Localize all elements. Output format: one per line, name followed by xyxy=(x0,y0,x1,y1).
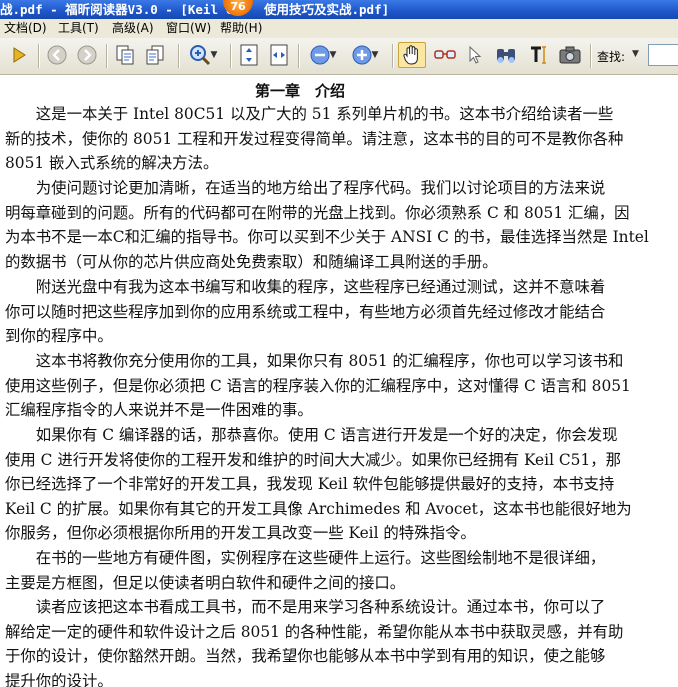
text-line: 新的技术，使你的 8051 工程和开发过程变得简单。请注意，这本书的目的可不是教… xyxy=(5,129,624,148)
text-line: 解给定一定的硬件和软件设计之后 8051 的各种性能，希望你能从本书中获取灵感，… xyxy=(5,622,624,641)
text-line: 的数据书（可从你的芯片供应商处免费索取）和随编译工具附送的手册。 xyxy=(5,252,498,271)
open-icon xyxy=(13,47,26,63)
text-line: 你服务，但你必须根据你所用的开发工具改变一些 Keil 的特殊指令。 xyxy=(5,524,476,543)
search-input[interactable] xyxy=(648,44,678,66)
text-line: 读者应该把这本书看成工具书，而不是用来学习各种系统设计。通过本书，你可以了 xyxy=(5,598,606,616)
zoom-out-minus-icon xyxy=(310,45,330,65)
search-options-chevron-icon[interactable]: ▼ xyxy=(632,49,639,59)
find-button[interactable] xyxy=(492,42,520,68)
text-select-button[interactable] xyxy=(524,42,552,68)
select-arrow-icon xyxy=(469,45,482,64)
select-tool-button[interactable] xyxy=(462,42,488,68)
forward-icon xyxy=(77,45,97,65)
zoom-out-button[interactable]: ▼ xyxy=(304,42,342,68)
window-title-left: 战.pdf - 福昕阅读器V3.0 - [Keil C xyxy=(0,2,234,17)
open-button[interactable] xyxy=(6,42,32,68)
paste-page-icon xyxy=(146,45,164,65)
text-line: 使用 C 进行开发将使你的工程开发和维护的时间大大减少。如果你已经拥有 Keil… xyxy=(5,450,622,469)
back-icon xyxy=(47,45,67,65)
document-page: 第一章 介绍 这是一本关于 Intel 80C51 以及广大的 51 系列单片机… xyxy=(0,75,678,687)
zoom-dropdown-button[interactable]: ▼ xyxy=(184,42,222,68)
zoom-in-plus-icon xyxy=(352,45,372,65)
text-line: 到你的程序中。 xyxy=(5,327,113,346)
paragraph: 这是一本关于 Intel 80C51 以及广大的 51 系列单片机的书。这本书介… xyxy=(5,102,673,176)
fit-page-icon xyxy=(240,44,258,66)
zoom-in-icon xyxy=(189,45,210,66)
text-line: 8051 嵌入式系统的解决方法。 xyxy=(5,154,219,173)
text-line: 附送光盘中有我为这本书编写和收集的程序，这些程序已经通过测试，这并不意味着 xyxy=(5,278,606,296)
hand-tool-icon xyxy=(403,45,418,65)
text-line: 于你的设计，使你豁然开朗。当然，我希望你也能够从本书中学到有用的知识，使之能够 xyxy=(5,647,606,666)
text-line: 在书的一些地方有硬件图，实例程序在这些硬件上运行。这些图绘制地不是很详细， xyxy=(5,549,606,567)
window-title-right: 使用技巧及实战.pdf] xyxy=(264,2,390,17)
binoculars-icon xyxy=(497,49,515,63)
text-line: 你已经选择了一个非常好的开发工具，我发现 Keil 软件包能够提供最好的支持，本… xyxy=(5,475,615,494)
copy-page-button[interactable] xyxy=(112,42,138,68)
loupe-tool-button[interactable] xyxy=(430,42,460,68)
hand-tool-button[interactable] xyxy=(398,42,426,68)
snapshot-button[interactable] xyxy=(556,42,584,68)
menu-help[interactable]: 帮助(H) xyxy=(220,19,262,38)
search-label: 查找: xyxy=(597,50,626,64)
text-line: 使用这些例子，但是你必须把 C 语言的程序装入你的汇编程序中，这对懂得 C 语言… xyxy=(5,376,631,395)
paste-page-button[interactable] xyxy=(142,42,168,68)
paragraph: 附送光盘中有我为这本书编写和收集的程序，这些程序已经通过测试，这并不意味着 你可… xyxy=(5,275,673,349)
back-button[interactable] xyxy=(44,42,70,68)
text-line: 你可以随时把这些程序加到你的应用系统或工程中，有些地方必须首先经过修改才能结合 xyxy=(5,302,606,321)
zoom-in-plus-button[interactable]: ▼ xyxy=(346,42,384,68)
paragraph: 如果你有 C 编译器的话，那恭喜你。使用 C 语言进行开发是一个好的决定，你会发… xyxy=(5,423,673,546)
text-line: Keil C 的扩展。如果你有其它的开发工具像 Archimedes 和 Avo… xyxy=(5,499,632,518)
chapter-title: 第一章 介绍 xyxy=(254,82,345,100)
text-line: 汇编程序指令的人来说并不是一件困难的事。 xyxy=(5,401,313,420)
snapshot-camera-icon xyxy=(559,46,581,64)
menu-document[interactable]: 文档(D) xyxy=(4,19,47,38)
text-line: 为使问题讨论更加清晰，在适当的地方给出了程序代码。我们以讨论项目的方法来说 xyxy=(5,179,606,197)
text-line: 这本书将教你充分使用你的工具，如果你只有 8051 的汇编程序，你也可以学习该书… xyxy=(5,352,624,370)
text-select-icon xyxy=(531,46,546,64)
forward-button[interactable] xyxy=(74,42,100,68)
fit-width-icon xyxy=(270,44,288,66)
paragraph: 这本书将教你充分使用你的工具，如果你只有 8051 的汇编程序，你也可以学习该书… xyxy=(5,349,673,423)
paragraph: 读者应该把这本书看成工具书，而不是用来学习各种系统设计。通过本书，你可以了 解给… xyxy=(5,595,673,687)
text-line: 这是一本关于 Intel 80C51 以及广大的 51 系列单片机的书。这本书介… xyxy=(5,105,614,123)
menu-window[interactable]: 窗口(W) xyxy=(166,19,211,38)
text-line: 提升你的设计。 xyxy=(5,671,113,687)
menu-advanced[interactable]: 高级(A) xyxy=(112,19,154,38)
text-line: 如果你有 C 编译器的话，那恭喜你。使用 C 语言进行开发是一个好的决定，你会发… xyxy=(5,426,618,444)
text-line: 为本书不是一本C和汇编的指导书。你可以买到不少关于 ANSI C 的书，最佳选择… xyxy=(5,228,649,247)
menu-tools[interactable]: 工具(T) xyxy=(58,19,99,38)
toolbar: ▼ ▼ ▼ 查找: ▼ xyxy=(0,38,678,75)
window-title-bar[interactable]: 战.pdf - 福昕阅读器V3.0 - [Keil C 使用技巧及实战.pdf] xyxy=(0,0,678,19)
text-line: 主要是方框图，但足以使读者明白软件和硬件之间的接口。 xyxy=(5,573,406,592)
chevron-down-icon: ▼ xyxy=(371,50,379,60)
chevron-down-icon: ▼ xyxy=(210,50,218,60)
copy-page-icon xyxy=(116,45,134,65)
glasses-icon xyxy=(434,50,456,59)
fit-width-button[interactable] xyxy=(266,42,292,68)
chevron-down-icon: ▼ xyxy=(329,50,337,60)
paragraph: 为使问题讨论更加清晰，在适当的地方给出了程序代码。我们以讨论项目的方法来说 明每… xyxy=(5,176,673,274)
text-line: 明每章碰到的问题。所有的代码都可在附带的光盘上找到。你必须熟系 C 和 8051… xyxy=(5,203,630,222)
menu-bar: 文档(D) 工具(T) 高级(A) 窗口(W) 帮助(H) xyxy=(0,19,678,38)
paragraph: 在书的一些地方有硬件图，实例程序在这些硬件上运行。这些图绘制地不是很详细， 主要… xyxy=(5,546,673,595)
fit-page-button[interactable] xyxy=(236,42,262,68)
